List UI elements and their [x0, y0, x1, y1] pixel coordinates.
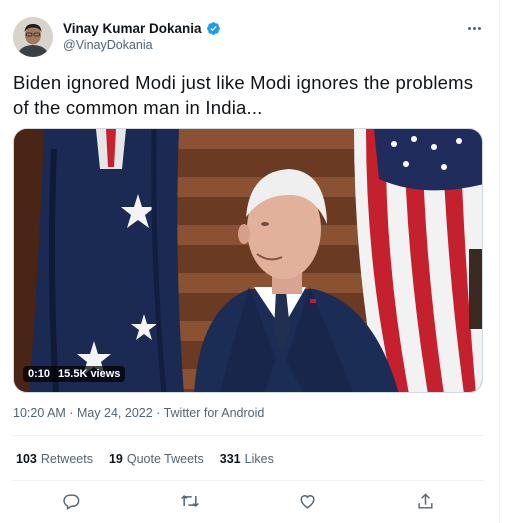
action-bar — [13, 490, 484, 512]
likes-stat[interactable]: 331 Likes — [220, 452, 274, 466]
verified-badge-icon — [206, 22, 220, 35]
tweet-source[interactable]: Twitter for Android — [164, 406, 265, 420]
quote-tweets-count: 19 — [108, 452, 123, 466]
author-name[interactable]: Vinay Kumar Dokania — [63, 21, 202, 36]
avatar-image — [13, 17, 53, 57]
divider — [13, 480, 484, 481]
tweet-card: Vinay Kumar Dokania @VinayDokania Biden … — [0, 0, 499, 523]
meta-separator: · — [65, 406, 77, 420]
video-views: 15.5K views — [58, 368, 121, 380]
likes-count: 331 — [219, 452, 241, 466]
quote-tweets-stat[interactable]: 19 Quote Tweets — [109, 452, 204, 466]
video-duration: 0:10 — [28, 368, 51, 380]
more-options-icon[interactable] — [462, 18, 486, 38]
heart-icon[interactable] — [296, 490, 318, 512]
meta-separator: · — [152, 406, 164, 420]
retweets-stat[interactable]: 103 Retweets — [16, 452, 93, 466]
avatar[interactable] — [13, 17, 53, 57]
tweet-text: Biden ignored Modi just like Modi ignore… — [13, 72, 474, 118]
video-badge: 0:10 15.5K views — [23, 366, 126, 382]
video-player[interactable]: 0:10 15.5K views — [13, 128, 483, 393]
divider — [13, 435, 484, 436]
retweets-count: 103 — [16, 452, 37, 466]
retweet-icon[interactable] — [179, 490, 201, 512]
likes-label: Likes — [244, 452, 274, 466]
tweet-date[interactable]: May 24, 2022 — [77, 406, 153, 420]
tweet-metadata: 10:20 AM · May 24, 2022 · Twitter for An… — [13, 406, 264, 420]
australian-flag — [29, 129, 184, 392]
retweets-label: Retweets — [40, 452, 93, 466]
quote-tweets-label: Quote Tweets — [126, 452, 204, 466]
column-border — [499, 0, 500, 523]
share-icon[interactable] — [414, 490, 436, 512]
reply-icon[interactable] — [61, 490, 83, 512]
author-handle[interactable]: @VinayDokania — [63, 38, 153, 52]
video-thumbnail — [14, 129, 482, 392]
engagement-stats: 103 Retweets 19 Quote Tweets 331 Likes — [16, 452, 274, 466]
tweet-time[interactable]: 10:20 AM — [13, 406, 66, 420]
